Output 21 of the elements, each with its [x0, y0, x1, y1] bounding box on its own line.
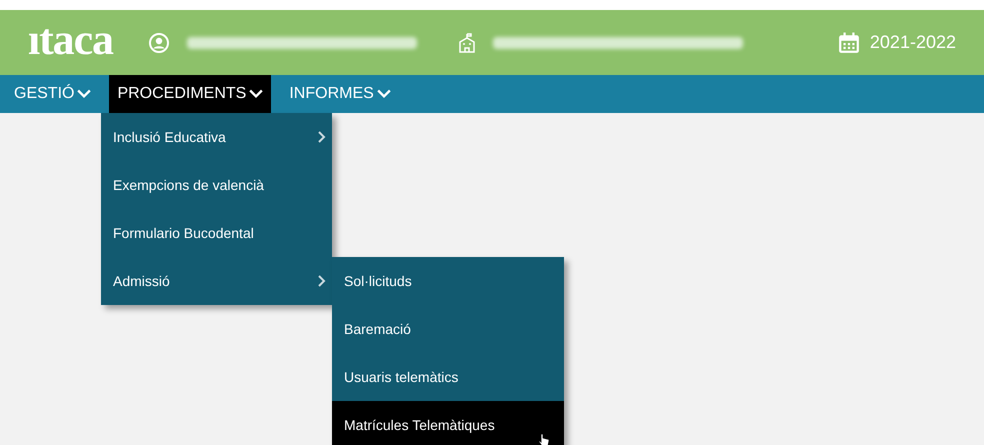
- submenu-item[interactable]: Baremació: [332, 305, 564, 353]
- chevron-right-icon: [318, 131, 326, 143]
- nav-menu-button[interactable]: GESTIÓ: [6, 75, 100, 113]
- menu-item[interactable]: Formulario Bucodental: [101, 209, 332, 257]
- school-year: 2021-2022: [870, 31, 956, 54]
- hand-cursor-icon: [538, 433, 550, 445]
- chevron-down-icon: [249, 89, 264, 99]
- menu-item[interactable]: Inclusió Educativa: [101, 113, 332, 161]
- nav-menu-button[interactable]: PROCEDIMENTS: [109, 75, 272, 113]
- user-icon: [148, 32, 169, 52]
- submenu-item[interactable]: Matrícules Telemàtiques: [332, 401, 564, 445]
- calendar-icon: [838, 32, 860, 54]
- chevron-down-icon: [77, 89, 92, 99]
- school-icon: [456, 32, 477, 52]
- submenu-item[interactable]: Sol·licituds: [332, 257, 564, 305]
- chevron-right-icon: [318, 275, 326, 287]
- menu-item[interactable]: Admissió: [101, 257, 332, 305]
- menu-item[interactable]: Exempcions de valencià: [101, 161, 332, 209]
- chevron-down-icon: [376, 89, 391, 99]
- submenu-item[interactable]: Usuaris telemàtics: [332, 353, 564, 401]
- nav-menu-button[interactable]: INFORMES: [281, 75, 399, 113]
